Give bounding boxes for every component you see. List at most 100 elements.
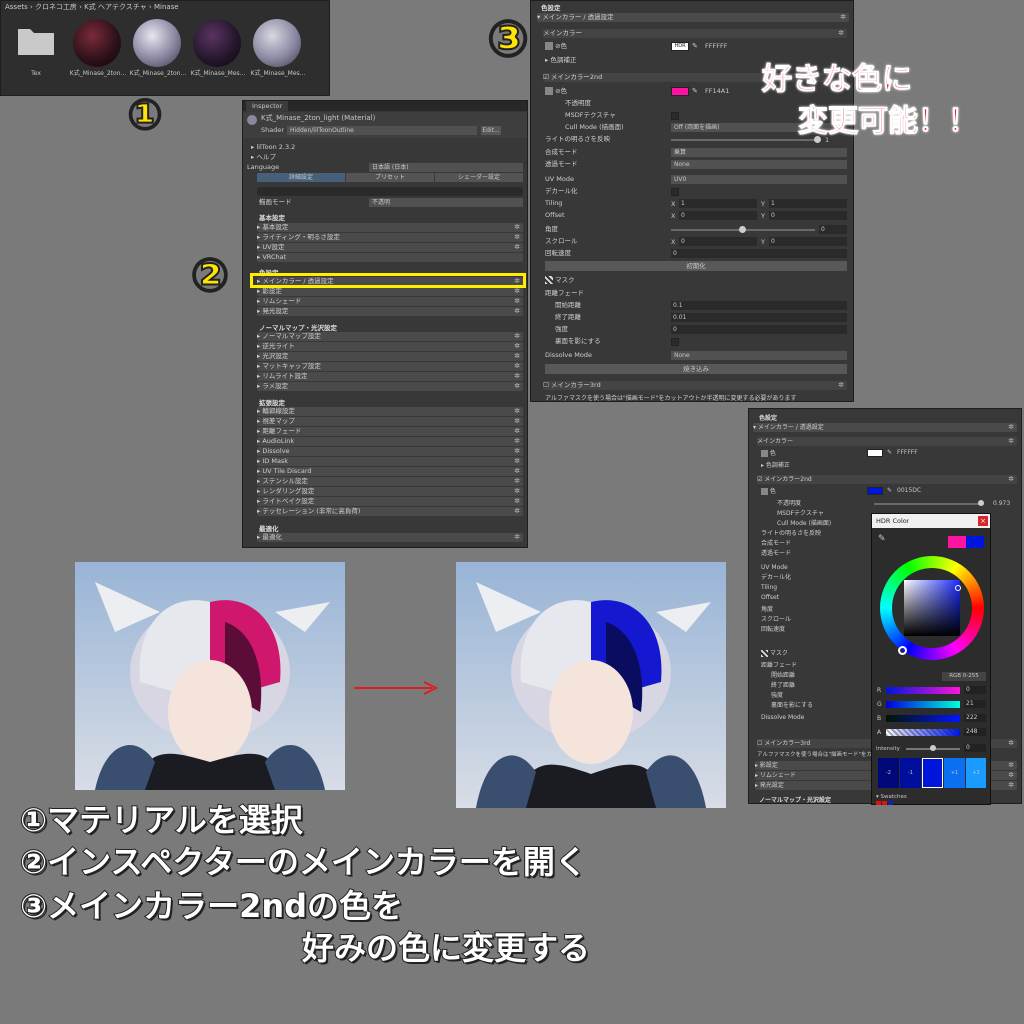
gear-icon[interactable]: ✲ xyxy=(838,29,844,38)
group-item[interactable]: ▸ 逆光ライト ✲ xyxy=(257,342,523,351)
group-item[interactable]: ▸ 影設定 ✲ xyxy=(257,287,523,296)
eyedropper-icon[interactable]: ✎ xyxy=(692,41,698,51)
sv-handle[interactable] xyxy=(955,585,961,591)
mask-icon[interactable] xyxy=(545,276,553,284)
mask-icon[interactable] xyxy=(761,650,768,657)
offset-y-field[interactable]: 0 xyxy=(769,211,847,220)
gear-icon[interactable]: ✲ xyxy=(514,223,520,232)
group-item[interactable]: ▸ UV Tile Discard ✲ xyxy=(257,467,523,476)
gear-icon[interactable]: ✲ xyxy=(514,407,520,416)
breadcrumb-item[interactable]: Minase xyxy=(154,3,179,11)
shader-dropdown[interactable]: Hidden/lilToonOutline xyxy=(287,126,477,135)
gear-icon[interactable]: ✲ xyxy=(514,417,520,426)
gear-icon[interactable]: ✲ xyxy=(514,427,520,436)
edit-button[interactable]: Edit... xyxy=(481,126,501,135)
texture-slot-icon[interactable] xyxy=(545,42,553,50)
gear-icon[interactable]: ✲ xyxy=(514,477,520,486)
eyedropper-icon[interactable]: ✎ xyxy=(887,448,892,458)
intensity-preset[interactable]: -1 xyxy=(900,758,921,788)
asset-material[interactable]: K式_Minase_2ton... xyxy=(129,19,187,79)
gear-icon[interactable]: ✲ xyxy=(1008,781,1014,790)
main-color-swatch[interactable]: HDR xyxy=(671,42,689,51)
gear-icon[interactable]: ✲ xyxy=(1008,437,1014,446)
close-icon[interactable]: × xyxy=(978,516,988,526)
search-input[interactable]: ⌕ xyxy=(257,187,523,204)
gear-icon[interactable]: ✲ xyxy=(1008,475,1014,484)
bake-button[interactable]: 焼き込み xyxy=(545,364,847,374)
hue-handle[interactable] xyxy=(898,646,907,655)
second-color-hex[interactable]: FF14A1 xyxy=(705,86,729,96)
gear-icon[interactable]: ✲ xyxy=(838,381,844,390)
intensity-preset[interactable]: +1 xyxy=(944,758,965,788)
decal-checkbox[interactable] xyxy=(671,188,679,196)
gear-icon[interactable]: ✲ xyxy=(514,243,520,252)
checkbox-icon[interactable]: ☐ xyxy=(543,381,551,389)
eyedropper-icon[interactable]: ✎ xyxy=(692,86,698,96)
gear-icon[interactable]: ✲ xyxy=(514,507,520,516)
language-dropdown[interactable]: 日本語 (日本) xyxy=(369,163,523,172)
gear-icon[interactable]: ✲ xyxy=(514,307,520,316)
texture-slot-icon[interactable] xyxy=(761,450,768,457)
texture-slot-icon[interactable] xyxy=(761,488,768,495)
tab-shader-settings[interactable]: シェーダー設定 xyxy=(435,173,523,182)
gear-icon[interactable]: ✲ xyxy=(514,233,520,242)
a-slider[interactable] xyxy=(886,729,960,736)
opacity-slider[interactable] xyxy=(874,500,984,506)
gear-icon[interactable]: ✲ xyxy=(840,13,846,22)
eyedropper-icon[interactable]: ✎ xyxy=(878,534,886,544)
swatch-item[interactable] xyxy=(882,801,887,805)
tiling-y-field[interactable]: 1 xyxy=(769,199,847,208)
angle-slider[interactable] xyxy=(671,226,815,233)
gear-icon[interactable]: ✲ xyxy=(514,287,520,296)
group-item[interactable]: ▸ UV設定 ✲ xyxy=(257,243,523,252)
second-color-swatch[interactable] xyxy=(671,87,689,96)
gear-icon[interactable]: ✲ xyxy=(514,533,520,542)
second-color-swatch[interactable] xyxy=(867,487,883,495)
color-correction-row[interactable]: ▸ 色調補正 xyxy=(761,461,1017,470)
angle-value[interactable]: 0 xyxy=(819,225,847,234)
gear-icon[interactable]: ✲ xyxy=(514,342,520,351)
r-value[interactable]: 0 xyxy=(964,686,986,694)
asset-material[interactable]: K式_Minase_Mes... xyxy=(189,19,247,79)
tab-presets[interactable]: プリセット xyxy=(346,173,434,182)
group-item[interactable]: ▸ 基本設定 ✲ xyxy=(257,223,523,232)
offset-x-field[interactable]: 0 xyxy=(679,211,757,220)
group-item[interactable]: ▸ ライティング・明るさ設定 ✲ xyxy=(257,233,523,242)
opacity-value[interactable]: 0.973 xyxy=(993,499,1010,509)
group-item[interactable]: ▸ 発光設定 ✲ xyxy=(257,307,523,316)
second-color-hex[interactable]: 0015DC xyxy=(897,486,921,496)
b-slider[interactable] xyxy=(886,715,960,722)
group-item[interactable]: ▸ AudioLink ✲ xyxy=(257,437,523,446)
tab-inspector[interactable]: Inspector xyxy=(246,101,289,111)
gear-icon[interactable]: ✲ xyxy=(514,437,520,446)
group-item[interactable]: ▸ VRChat xyxy=(257,253,523,262)
main-color-3rd-header[interactable]: ☐ メインカラー3rd ✲ xyxy=(543,381,847,390)
intensity-preset-current[interactable] xyxy=(922,758,943,788)
swatch-item[interactable] xyxy=(888,801,893,805)
slider-handle[interactable] xyxy=(978,500,984,506)
uv-mode-dropdown[interactable]: UV0 xyxy=(671,175,847,184)
group-item[interactable]: ▸ 視差マップ ✲ xyxy=(257,417,523,426)
asset-folder[interactable]: Tex xyxy=(13,19,59,79)
strength-field[interactable]: 0 xyxy=(671,325,847,334)
group-item[interactable]: ▸ レンダリング設定 ✲ xyxy=(257,487,523,496)
init-button[interactable]: 初期化 xyxy=(545,261,847,271)
group-item[interactable]: ▸ 光沢設定 ✲ xyxy=(257,352,523,361)
gear-icon[interactable]: ✲ xyxy=(514,332,520,341)
alpha-mode-dropdown[interactable]: None xyxy=(671,160,847,169)
main-color-2nd-header[interactable]: ☑ メインカラー2nd ✲ xyxy=(757,475,1017,484)
intensity-value[interactable]: 0 xyxy=(964,744,986,752)
main-color-hex[interactable]: FFFFFF xyxy=(897,448,918,458)
breadcrumb-item[interactable]: クロネコ工房 xyxy=(35,3,77,11)
gear-icon[interactable]: ✲ xyxy=(514,457,520,466)
gear-icon[interactable]: ✲ xyxy=(514,497,520,506)
eyedropper-icon[interactable]: ✎ xyxy=(887,486,892,496)
group-item[interactable]: ▸ リムライト設定 ✲ xyxy=(257,372,523,381)
checkbox-checked-icon[interactable]: ☑ xyxy=(543,73,551,81)
dissolve-dropdown[interactable]: None xyxy=(671,351,847,360)
breadcrumb-item[interactable]: K式 ヘアテクスチャ xyxy=(84,3,147,11)
asset-material[interactable]: K式_Minase_2ton... xyxy=(69,19,127,79)
fade-end-field[interactable]: 0.01 xyxy=(671,313,847,322)
tab-advanced[interactable]: 詳細設定 xyxy=(257,173,345,182)
group-item[interactable]: ▸ Dissolve ✲ xyxy=(257,447,523,456)
